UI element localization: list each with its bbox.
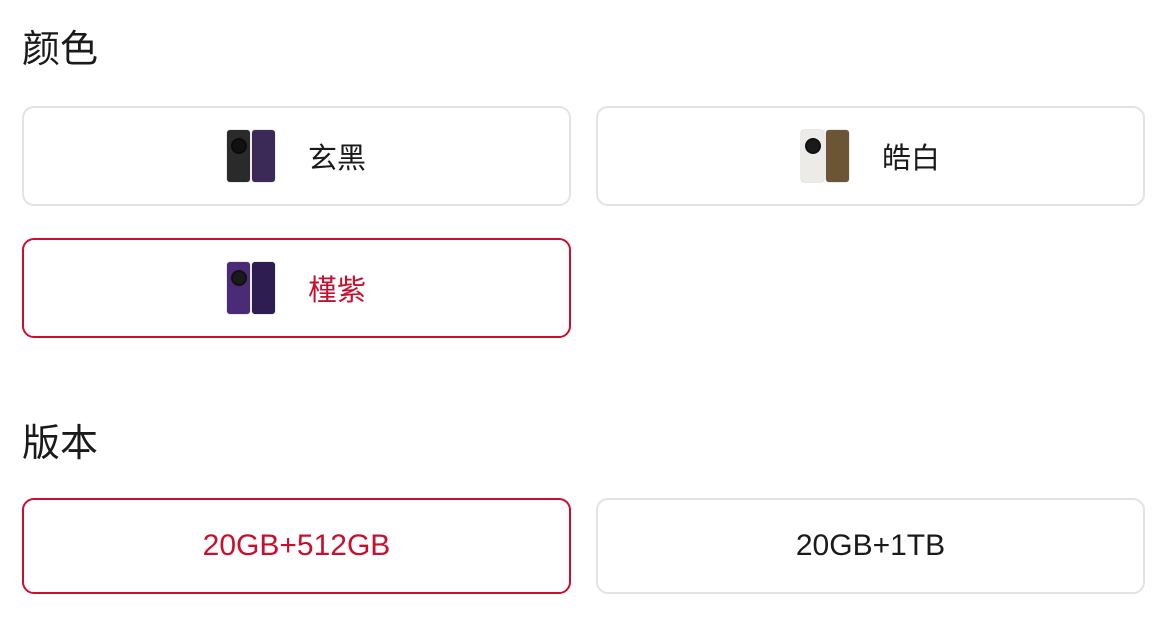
version-option-512gb[interactable]: 20GB+512GB	[22, 498, 571, 594]
white-phone-thumbnail-icon	[800, 130, 849, 182]
color-option-label: 玄黑	[307, 141, 366, 175]
color-option-label: 皓白	[881, 141, 940, 175]
color-section-title: 颜色	[22, 27, 99, 71]
black-phone-thumbnail-icon	[226, 130, 275, 182]
color-option-purple[interactable]: 槿紫	[22, 238, 571, 338]
version-option-label: 20GB+1TB	[795, 529, 946, 562]
color-option-white[interactable]: 皓白	[596, 106, 1145, 206]
color-option-black[interactable]: 玄黑	[22, 106, 571, 206]
purple-phone-thumbnail-icon	[226, 262, 275, 314]
version-option-label: 20GB+512GB	[202, 529, 391, 562]
version-option-1tb[interactable]: 20GB+1TB	[596, 498, 1145, 594]
version-section-title: 版本	[22, 421, 99, 465]
color-option-label: 槿紫	[307, 273, 366, 307]
